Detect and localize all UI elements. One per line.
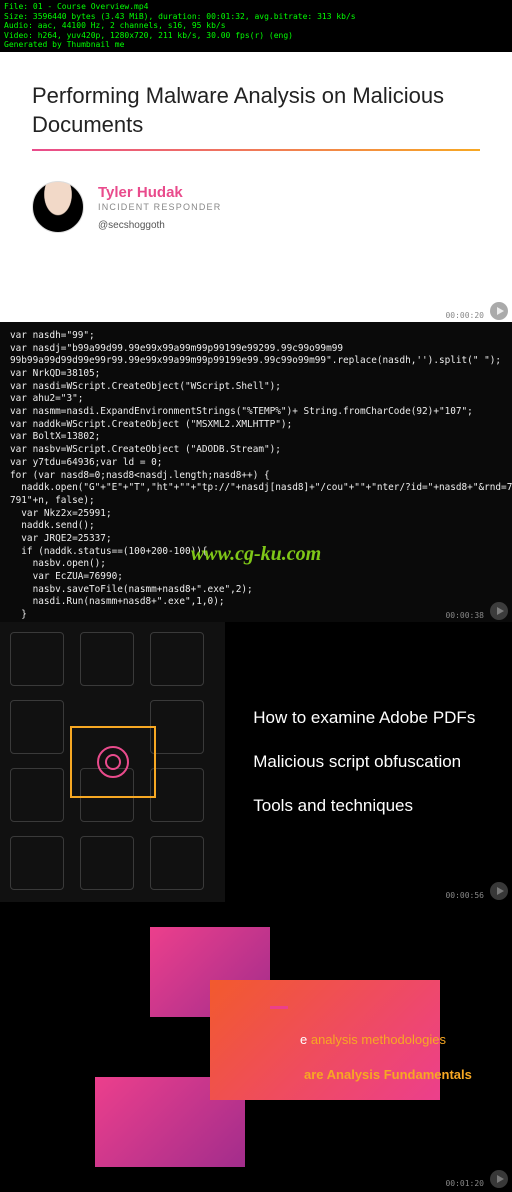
pattern-icon (10, 768, 64, 822)
meta-file: File: 01 - Course Overview.mp4 (4, 2, 508, 12)
slide-text-fragment: are Analysis Fundamentals (304, 1067, 472, 1082)
gear-icon (97, 746, 129, 778)
thumbnail-frame-2: var nasdh="99"; var nasdj="b99a99d99.99e… (0, 322, 512, 622)
dash-accent (270, 1006, 288, 1009)
thumbnail-frame-3: How to examine Adobe PDFs Malicious scri… (0, 622, 512, 902)
pattern-icon (150, 768, 204, 822)
play-icon[interactable] (490, 1170, 508, 1188)
watermark-text: www.cg-ku.com (191, 543, 321, 566)
pattern-icon (150, 700, 204, 754)
play-icon[interactable] (490, 302, 508, 320)
slide-text-fragment: e analysis methodologies (300, 1032, 446, 1047)
pattern-icon (80, 836, 134, 890)
text-accent: analysis methodologies (311, 1032, 446, 1047)
pattern-icon (10, 632, 64, 686)
title-divider (32, 149, 480, 151)
timestamp: 00:00:56 (445, 891, 484, 900)
author-role: INCIDENT RESPONDER (98, 202, 221, 212)
author-name: Tyler Hudak (98, 184, 221, 201)
meta-generated: Generated by Thumbnail me (4, 40, 508, 50)
author-handle: @secshoggoth (98, 220, 221, 231)
pattern-icon (80, 632, 134, 686)
play-icon[interactable] (490, 882, 508, 900)
thumbnail-frame-1: Performing Malware Analysis on Malicious… (0, 52, 512, 322)
thumbnail-frame-4: e analysis methodologies are Analysis Fu… (0, 902, 512, 1190)
avatar (32, 181, 84, 233)
pattern-icon (150, 836, 204, 890)
topic-item: Tools and techniques (253, 796, 512, 816)
file-metadata: File: 01 - Course Overview.mp4 Size: 359… (0, 0, 512, 52)
play-icon[interactable] (490, 602, 508, 620)
meta-audio: Audio: aac, 44100 Hz, 2 channels, s16, 9… (4, 21, 508, 31)
timestamp: 00:00:38 (445, 611, 484, 620)
text-prefix: e (300, 1032, 311, 1047)
author-info: Tyler Hudak INCIDENT RESPONDER @secshogg… (98, 184, 221, 231)
meta-size: Size: 3596440 bytes (3.43 MiB), duration… (4, 12, 508, 22)
timestamp: 00:01:20 (445, 1179, 484, 1188)
topic-item: Malicious script obfuscation (253, 752, 512, 772)
code-block: var nasdh="99"; var nasdj="b99a99d99.99e… (0, 322, 512, 622)
timestamp: 00:00:20 (445, 311, 484, 320)
topic-item: How to examine Adobe PDFs (253, 708, 512, 728)
monitor-gear-icon (70, 726, 156, 798)
topics-list: How to examine Adobe PDFs Malicious scri… (225, 622, 512, 902)
author-block: Tyler Hudak INCIDENT RESPONDER @secshogg… (32, 181, 480, 233)
pattern-icon (150, 632, 204, 686)
pattern-icon (10, 836, 64, 890)
icon-pattern-panel (0, 622, 225, 902)
meta-video: Video: h264, yuv420p, 1280x720, 211 kb/s… (4, 31, 508, 41)
course-title: Performing Malware Analysis on Malicious… (32, 82, 480, 139)
pattern-icon (10, 700, 64, 754)
